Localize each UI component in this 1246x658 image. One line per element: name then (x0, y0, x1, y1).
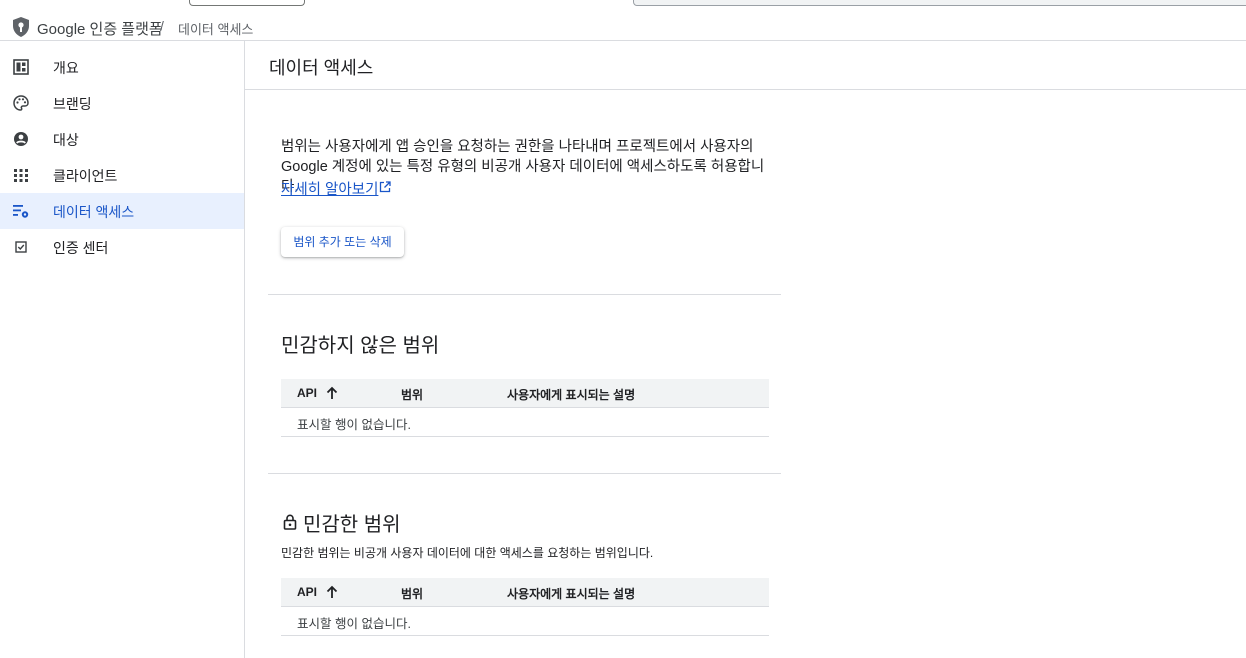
sidebar-item-label: 데이터 액세스 (53, 204, 135, 220)
sidebar-item-audience[interactable]: 대상 (0, 121, 244, 157)
column-header-api[interactable]: API (297, 585, 317, 599)
top-search-box[interactable] (633, 0, 1246, 6)
breadcrumb: Google 인증 플랫폼 / 데이터 액세스 (0, 13, 1246, 41)
column-header-scope[interactable]: 범위 (401, 585, 423, 602)
breadcrumb-product[interactable]: Google 인증 플랫폼 (37, 18, 163, 39)
main-content: 데이터 액세스 범위는 사용자에게 앱 승인을 요청하는 권한을 나타내며 프로… (245, 41, 1246, 658)
sort-ascending-icon[interactable] (324, 584, 340, 600)
apps-grid-icon (14, 169, 28, 182)
section-divider (268, 473, 781, 474)
section-divider (268, 294, 781, 295)
sort-ascending-icon[interactable] (324, 385, 340, 401)
shield-key-icon (13, 17, 29, 37)
sidebar-item-label: 클라이언트 (53, 168, 118, 184)
sidebar-item-clients[interactable]: 클라이언트 (0, 157, 244, 193)
column-header-api[interactable]: API (297, 386, 317, 400)
column-header-scope[interactable]: 범위 (401, 386, 423, 403)
table-row: 표시할 행이 없습니다. (281, 607, 769, 636)
top-app-bar (0, 0, 1246, 14)
sensitive-scopes-subtitle: 민감한 범위는 비공개 사용자 데이터에 대한 액세스를 요청하는 범위입니다. (281, 546, 654, 560)
empty-table-message: 표시할 행이 없습니다. (297, 617, 411, 631)
palette-icon (13, 95, 29, 111)
sidebar-item-data-access[interactable]: 데이터 액세스 (0, 193, 244, 229)
table-header: API 범위 사용자에게 표시되는 설명 (281, 379, 769, 408)
sidebar-item-label: 개요 (53, 60, 79, 76)
table-row: 표시할 행이 없습니다. (281, 408, 769, 437)
sensitive-scopes-title: 민감한 범위 (303, 514, 401, 536)
dashboard-icon (13, 59, 29, 75)
sidebar-item-overview[interactable]: 개요 (0, 49, 244, 85)
page-title: 데이터 액세스 (269, 58, 374, 78)
sidebar-item-branding[interactable]: 브랜딩 (0, 85, 244, 121)
breadcrumb-current: 데이터 액세스 (178, 22, 254, 37)
column-header-user-description[interactable]: 사용자에게 표시되는 설명 (507, 585, 635, 602)
data-settings-icon (13, 205, 29, 218)
lock-icon (283, 514, 297, 530)
account-circle-icon (14, 132, 28, 146)
add-remove-scopes-button[interactable]: 범위 추가 또는 삭제 (281, 227, 404, 257)
empty-table-message: 표시할 행이 없습니다. (297, 418, 411, 432)
top-project-picker[interactable] (189, 0, 305, 6)
column-header-user-description[interactable]: 사용자에게 표시되는 설명 (507, 386, 635, 403)
learn-more-link[interactable]: 자세히 알아보기 (281, 178, 378, 199)
non-sensitive-scopes-title: 민감하지 않은 범위 (281, 335, 440, 357)
table-header: API 범위 사용자에게 표시되는 설명 (281, 578, 769, 607)
sidebar-item-verification-center[interactable]: 인증 센터 (0, 229, 244, 265)
breadcrumb-separator: / (160, 18, 164, 34)
sidebar: 개요 브랜딩 대상 클라이언트 데이터 액세스 인증 센터 (0, 41, 245, 658)
sidebar-item-label: 브랜딩 (53, 96, 92, 112)
title-divider (245, 89, 1246, 90)
sidebar-item-label: 인증 센터 (53, 240, 109, 256)
verified-check-icon (15, 241, 27, 253)
sidebar-item-label: 대상 (53, 132, 79, 148)
open-in-new-icon (379, 181, 391, 193)
